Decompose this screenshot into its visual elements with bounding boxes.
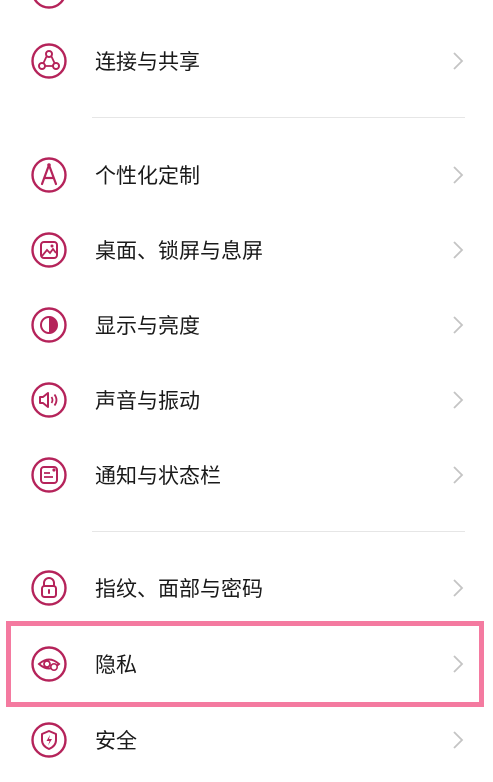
settings-item-label: 通知与状态栏 <box>95 464 221 488</box>
display-brightness-icon <box>30 306 68 344</box>
chevron-right-icon <box>452 390 464 410</box>
chevron-right-icon <box>452 730 464 750</box>
partial-top-icon <box>30 0 68 10</box>
settings-item-privacy[interactable]: 隐私 <box>0 633 493 695</box>
sound-icon <box>30 381 68 419</box>
notification-icon <box>30 456 68 494</box>
chevron-right-icon <box>452 165 464 185</box>
share-connect-icon <box>30 42 68 80</box>
settings-item-label: 隐私 <box>95 653 137 677</box>
chevron-right-icon <box>452 240 464 260</box>
section-divider <box>92 117 465 118</box>
settings-item-personalization[interactable]: 个性化定制 <box>0 144 493 206</box>
chevron-right-icon <box>452 654 464 674</box>
lock-icon <box>30 569 68 607</box>
settings-item-fingerprint-face-password[interactable]: 指纹、面部与密码 <box>0 557 493 619</box>
privacy-eye-icon <box>30 645 68 683</box>
settings-item-label: 桌面、锁屏与息屏 <box>95 239 263 263</box>
chevron-right-icon <box>452 51 464 71</box>
settings-item-notification-statusbar[interactable]: 通知与状态栏 <box>0 444 493 506</box>
settings-item-label: 安全 <box>95 729 137 753</box>
settings-item-label: 声音与振动 <box>95 389 200 413</box>
personalize-icon <box>30 156 68 194</box>
settings-item-label: 显示与亮度 <box>95 314 200 338</box>
settings-item-connection-sharing[interactable]: 连接与共享 <box>0 30 493 92</box>
chevron-right-icon <box>452 465 464 485</box>
settings-item-security[interactable]: 安全 <box>0 709 493 771</box>
settings-item-label: 个性化定制 <box>95 164 200 188</box>
wallpaper-icon <box>30 231 68 269</box>
settings-item-desktop-lockscreen[interactable]: 桌面、锁屏与息屏 <box>0 219 493 281</box>
section-divider <box>92 531 465 532</box>
settings-item-sound-vibration[interactable]: 声音与振动 <box>0 369 493 431</box>
settings-item-label: 指纹、面部与密码 <box>95 577 263 601</box>
settings-item-display-brightness[interactable]: 显示与亮度 <box>0 294 493 356</box>
chevron-right-icon <box>452 578 464 598</box>
chevron-right-icon <box>452 315 464 335</box>
security-shield-icon <box>30 721 68 759</box>
settings-item-label: 连接与共享 <box>95 50 200 74</box>
